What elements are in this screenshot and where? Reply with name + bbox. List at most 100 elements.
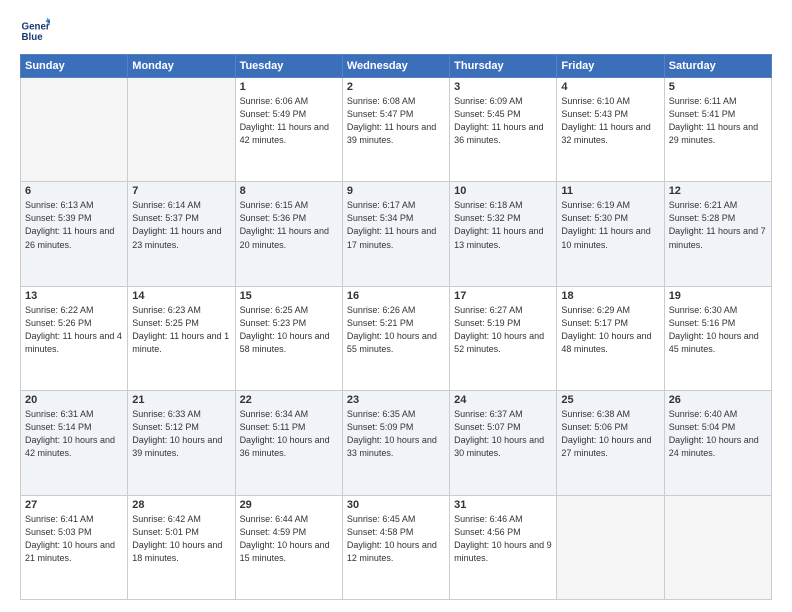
calendar-week-row: 13 Sunrise: 6:22 AM Sunset: 5:26 PM Dayli… (21, 286, 772, 390)
calendar-cell: 19 Sunrise: 6:30 AM Sunset: 5:16 PM Dayli… (664, 286, 771, 390)
day-number: 9 (347, 185, 445, 197)
calendar-cell: 1 Sunrise: 6:06 AM Sunset: 5:49 PM Daylig… (235, 78, 342, 182)
day-number: 2 (347, 81, 445, 93)
day-info: Sunrise: 6:40 AM Sunset: 5:04 PM Dayligh… (669, 408, 767, 460)
day-number: 1 (240, 81, 338, 93)
weekday-header-monday: Monday (128, 55, 235, 78)
calendar-cell: 21 Sunrise: 6:33 AM Sunset: 5:12 PM Dayli… (128, 391, 235, 495)
calendar-cell: 25 Sunrise: 6:38 AM Sunset: 5:06 PM Dayli… (557, 391, 664, 495)
day-info: Sunrise: 6:13 AM Sunset: 5:39 PM Dayligh… (25, 199, 123, 251)
calendar-cell: 6Sunrise: 6:13 AM Sunset: 5:39 PM Daylig… (21, 182, 128, 286)
day-number: 10 (454, 185, 552, 197)
day-info: Sunrise: 6:30 AM Sunset: 5:16 PM Dayligh… (669, 304, 767, 356)
day-info: Sunrise: 6:06 AM Sunset: 5:49 PM Dayligh… (240, 95, 338, 147)
calendar-cell: 26Sunrise: 6:40 AM Sunset: 5:04 PM Dayli… (664, 391, 771, 495)
day-number: 20 (25, 394, 123, 406)
day-number: 18 (561, 290, 659, 302)
weekday-header-saturday: Saturday (664, 55, 771, 78)
weekday-header-tuesday: Tuesday (235, 55, 342, 78)
day-info: Sunrise: 6:10 AM Sunset: 5:43 PM Dayligh… (561, 95, 659, 147)
calendar-cell: 4 Sunrise: 6:10 AM Sunset: 5:43 PM Daylig… (557, 78, 664, 182)
day-info: Sunrise: 6:17 AM Sunset: 5:34 PM Dayligh… (347, 199, 445, 251)
calendar-cell: 16Sunrise: 6:26 AM Sunset: 5:21 PM Dayli… (342, 286, 449, 390)
calendar-cell: 27 Sunrise: 6:41 AM Sunset: 5:03 PM Dayli… (21, 495, 128, 599)
day-info: Sunrise: 6:23 AM Sunset: 5:25 PM Dayligh… (132, 304, 230, 356)
day-number: 15 (240, 290, 338, 302)
calendar-cell: 13 Sunrise: 6:22 AM Sunset: 5:26 PM Dayli… (21, 286, 128, 390)
day-info: Sunrise: 6:42 AM Sunset: 5:01 PM Dayligh… (132, 513, 230, 565)
calendar-cell: 31 Sunrise: 6:46 AM Sunset: 4:56 PM Dayli… (450, 495, 557, 599)
calendar-cell: 29 Sunrise: 6:44 AM Sunset: 4:59 PM Dayli… (235, 495, 342, 599)
day-info: Sunrise: 6:31 AM Sunset: 5:14 PM Dayligh… (25, 408, 123, 460)
day-number: 25 (561, 394, 659, 406)
svg-text:Blue: Blue (22, 32, 44, 43)
day-info: Sunrise: 6:18 AM Sunset: 5:32 PM Dayligh… (454, 199, 552, 251)
day-info: Sunrise: 6:38 AM Sunset: 5:06 PM Dayligh… (561, 408, 659, 460)
calendar-cell: 30Sunrise: 6:45 AM Sunset: 4:58 PM Dayli… (342, 495, 449, 599)
day-number: 29 (240, 499, 338, 511)
calendar-cell: 20 Sunrise: 6:31 AM Sunset: 5:14 PM Dayli… (21, 391, 128, 495)
day-info: Sunrise: 6:25 AM Sunset: 5:23 PM Dayligh… (240, 304, 338, 356)
day-number: 21 (132, 394, 230, 406)
calendar-cell: 3Sunrise: 6:09 AM Sunset: 5:45 PM Daylig… (450, 78, 557, 182)
day-info: Sunrise: 6:33 AM Sunset: 5:12 PM Dayligh… (132, 408, 230, 460)
calendar-cell: 7 Sunrise: 6:14 AM Sunset: 5:37 PM Daylig… (128, 182, 235, 286)
day-info: Sunrise: 6:46 AM Sunset: 4:56 PM Dayligh… (454, 513, 552, 565)
day-number: 19 (669, 290, 767, 302)
calendar-cell: 9 Sunrise: 6:17 AM Sunset: 5:34 PM Daylig… (342, 182, 449, 286)
logo-icon: General Blue (20, 16, 50, 46)
day-number: 23 (347, 394, 445, 406)
day-info: Sunrise: 6:35 AM Sunset: 5:09 PM Dayligh… (347, 408, 445, 460)
calendar-week-row: 6Sunrise: 6:13 AM Sunset: 5:39 PM Daylig… (21, 182, 772, 286)
day-info: Sunrise: 6:11 AM Sunset: 5:41 PM Dayligh… (669, 95, 767, 147)
calendar-cell: 18 Sunrise: 6:29 AM Sunset: 5:17 PM Dayli… (557, 286, 664, 390)
svg-text:General: General (22, 22, 51, 33)
calendar-cell: 12 Sunrise: 6:21 AM Sunset: 5:28 PM Dayli… (664, 182, 771, 286)
day-info: Sunrise: 6:29 AM Sunset: 5:17 PM Dayligh… (561, 304, 659, 356)
calendar-cell (128, 78, 235, 182)
day-number: 14 (132, 290, 230, 302)
calendar-cell: 28Sunrise: 6:42 AM Sunset: 5:01 PM Dayli… (128, 495, 235, 599)
calendar-week-row: 27 Sunrise: 6:41 AM Sunset: 5:03 PM Dayli… (21, 495, 772, 599)
day-info: Sunrise: 6:44 AM Sunset: 4:59 PM Dayligh… (240, 513, 338, 565)
calendar-week-row: 1 Sunrise: 6:06 AM Sunset: 5:49 PM Daylig… (21, 78, 772, 182)
day-number: 27 (25, 499, 123, 511)
calendar-cell: 5 Sunrise: 6:11 AM Sunset: 5:41 PM Daylig… (664, 78, 771, 182)
day-info: Sunrise: 6:22 AM Sunset: 5:26 PM Dayligh… (25, 304, 123, 356)
calendar-cell: 23 Sunrise: 6:35 AM Sunset: 5:09 PM Dayli… (342, 391, 449, 495)
day-info: Sunrise: 6:45 AM Sunset: 4:58 PM Dayligh… (347, 513, 445, 565)
day-number: 13 (25, 290, 123, 302)
calendar-week-row: 20 Sunrise: 6:31 AM Sunset: 5:14 PM Dayli… (21, 391, 772, 495)
day-info: Sunrise: 6:26 AM Sunset: 5:21 PM Dayligh… (347, 304, 445, 356)
day-number: 22 (240, 394, 338, 406)
day-number: 3 (454, 81, 552, 93)
day-info: Sunrise: 6:27 AM Sunset: 5:19 PM Dayligh… (454, 304, 552, 356)
day-info: Sunrise: 6:21 AM Sunset: 5:28 PM Dayligh… (669, 199, 767, 251)
calendar-cell: 22Sunrise: 6:34 AM Sunset: 5:11 PM Dayli… (235, 391, 342, 495)
day-number: 7 (132, 185, 230, 197)
logo: General Blue (20, 16, 50, 46)
calendar-cell: 14 Sunrise: 6:23 AM Sunset: 5:25 PM Dayli… (128, 286, 235, 390)
day-info: Sunrise: 6:15 AM Sunset: 5:36 PM Dayligh… (240, 199, 338, 251)
day-number: 17 (454, 290, 552, 302)
calendar-cell: 17 Sunrise: 6:27 AM Sunset: 5:19 PM Dayli… (450, 286, 557, 390)
day-info: Sunrise: 6:19 AM Sunset: 5:30 PM Dayligh… (561, 199, 659, 251)
calendar-cell: 24Sunrise: 6:37 AM Sunset: 5:07 PM Dayli… (450, 391, 557, 495)
day-info: Sunrise: 6:41 AM Sunset: 5:03 PM Dayligh… (25, 513, 123, 565)
day-info: Sunrise: 6:14 AM Sunset: 5:37 PM Dayligh… (132, 199, 230, 251)
calendar-cell (664, 495, 771, 599)
calendar-cell: 10 Sunrise: 6:18 AM Sunset: 5:32 PM Dayli… (450, 182, 557, 286)
day-number: 5 (669, 81, 767, 93)
day-number: 24 (454, 394, 552, 406)
calendar-cell (21, 78, 128, 182)
calendar-cell: 2Sunrise: 6:08 AM Sunset: 5:47 PM Daylig… (342, 78, 449, 182)
header: General Blue (20, 16, 772, 46)
page: General Blue SundayMondayTuesdayWednesda… (0, 0, 792, 612)
weekday-header-thursday: Thursday (450, 55, 557, 78)
day-number: 12 (669, 185, 767, 197)
day-number: 8 (240, 185, 338, 197)
day-number: 31 (454, 499, 552, 511)
day-number: 4 (561, 81, 659, 93)
weekday-header-wednesday: Wednesday (342, 55, 449, 78)
calendar-table: SundayMondayTuesdayWednesdayThursdayFrid… (20, 54, 772, 600)
